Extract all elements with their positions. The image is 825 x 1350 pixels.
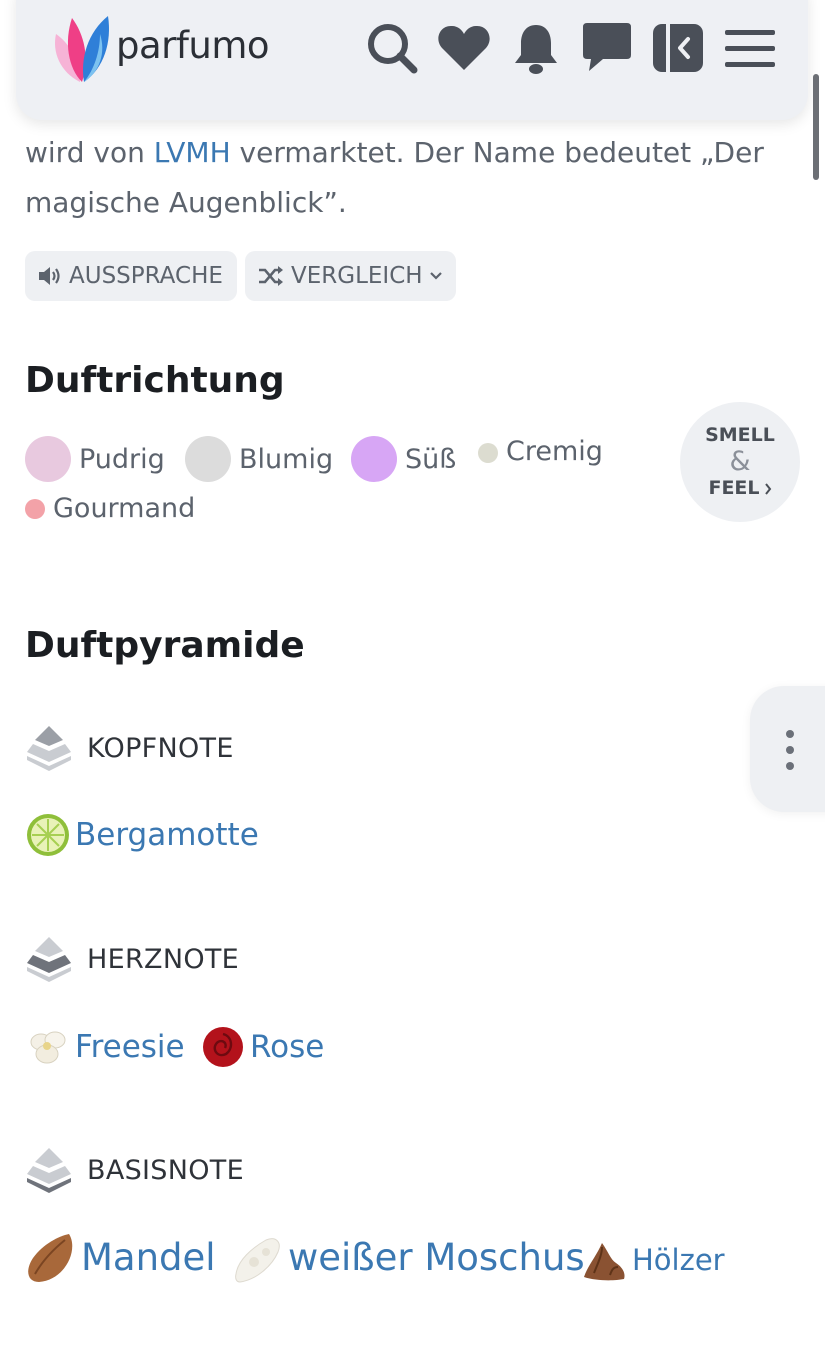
bergamot-icon bbox=[25, 812, 71, 858]
accord-label: Gourmand bbox=[53, 493, 196, 524]
search-icon[interactable] bbox=[364, 20, 420, 76]
description-text: wird von bbox=[25, 136, 154, 169]
ampersand: & bbox=[729, 446, 751, 477]
accord-cremig[interactable]: Cremig bbox=[478, 436, 603, 467]
accord-label: Cremig bbox=[506, 436, 603, 467]
chevron-right-icon bbox=[764, 482, 772, 495]
more-vertical-icon bbox=[786, 730, 794, 778]
compare-dropdown-button[interactable]: VERGLEICH bbox=[245, 251, 456, 301]
description-text: vermarktet. Der Name bedeutet „Der bbox=[230, 136, 764, 169]
accord-color-dot bbox=[185, 436, 231, 482]
pronunciation-label: AUSSPRACHE bbox=[69, 263, 223, 289]
scrollbar-thumb[interactable] bbox=[813, 74, 819, 180]
logo-text[interactable]: parfumo bbox=[116, 24, 270, 67]
base-note-level: BASISNOTE bbox=[25, 1146, 244, 1194]
panel-collapse-icon[interactable] bbox=[650, 20, 706, 76]
speaker-icon bbox=[37, 265, 63, 287]
rose-icon bbox=[200, 1024, 246, 1070]
more-options-button[interactable] bbox=[750, 686, 825, 812]
accord-blumig[interactable]: Blumig bbox=[185, 436, 333, 482]
accord-suess[interactable]: Süß bbox=[351, 436, 456, 482]
pronunciation-button[interactable]: AUSSPRACHE bbox=[25, 251, 237, 301]
description-line-2: magische Augenblick”. bbox=[25, 186, 347, 219]
menu-icon[interactable] bbox=[722, 20, 778, 76]
accord-color-dot bbox=[25, 436, 71, 482]
top-navigation-bar: parfumo bbox=[16, 0, 808, 120]
pyramid-middle-icon bbox=[27, 937, 71, 982]
note-hoelzer[interactable]: Hölzer bbox=[580, 1237, 725, 1283]
accord-pudrig[interactable]: Pudrig bbox=[25, 436, 165, 482]
smell-and-feel-button[interactable]: SMELL & FEEL bbox=[680, 402, 800, 522]
note-label: weißer Moschus bbox=[288, 1235, 585, 1279]
feel-label: FEEL bbox=[708, 477, 760, 499]
note-label: Bergamotte bbox=[75, 817, 259, 853]
brand-link-lvmh[interactable]: LVMH bbox=[154, 136, 231, 169]
white-musk-icon bbox=[232, 1230, 284, 1284]
fragrance-pyramid-heading: Duftpyramide bbox=[25, 625, 305, 666]
chevron-down-icon bbox=[429, 271, 443, 281]
accord-label: Blumig bbox=[239, 443, 334, 475]
heart-note-label: HERZNOTE bbox=[87, 943, 240, 975]
smell-label: SMELL bbox=[705, 424, 775, 446]
accord-color-dot bbox=[25, 498, 45, 519]
accord-gourmand[interactable]: Gourmand bbox=[25, 493, 195, 524]
base-note-label: BASISNOTE bbox=[87, 1154, 244, 1186]
note-bergamotte[interactable]: Bergamotte bbox=[25, 812, 259, 858]
accord-label: Süß bbox=[405, 443, 457, 475]
accord-color-dot bbox=[351, 436, 397, 482]
top-note-level: KOPFNOTE bbox=[25, 724, 234, 772]
note-label: Freesie bbox=[75, 1029, 185, 1065]
top-note-label: KOPFNOTE bbox=[87, 732, 234, 764]
note-label: Hölzer bbox=[632, 1243, 725, 1277]
note-label: Rose bbox=[250, 1029, 325, 1065]
pyramid-top-icon bbox=[27, 726, 71, 771]
scent-direction-heading: Duftrichtung bbox=[25, 360, 285, 401]
note-label: Mandel bbox=[81, 1235, 216, 1279]
almond-icon bbox=[25, 1230, 77, 1284]
note-rose[interactable]: Rose bbox=[200, 1024, 324, 1070]
heart-icon[interactable] bbox=[436, 20, 492, 76]
bell-icon[interactable] bbox=[508, 20, 564, 76]
accord-label: Pudrig bbox=[79, 443, 165, 475]
perfume-description: wird von LVMH vermarktet. Der Name bedeu… bbox=[25, 128, 795, 228]
description-line-1: wird von LVMH vermarktet. Der Name bedeu… bbox=[25, 128, 795, 178]
compare-label: VERGLEICH bbox=[291, 263, 423, 289]
parfumo-logo-icon[interactable] bbox=[50, 12, 112, 84]
accord-color-dot bbox=[478, 442, 498, 463]
woods-icon bbox=[580, 1237, 628, 1283]
note-freesie[interactable]: Freesie bbox=[25, 1024, 185, 1070]
pyramid-base-icon bbox=[27, 1148, 71, 1193]
heart-note-level: HERZNOTE bbox=[25, 935, 239, 983]
feel-row: FEEL bbox=[708, 475, 771, 502]
note-weisser-moschus[interactable]: weißer Moschus bbox=[232, 1230, 585, 1284]
freesia-icon bbox=[25, 1024, 71, 1070]
shuffle-icon bbox=[257, 265, 285, 287]
chat-icon[interactable] bbox=[578, 20, 634, 76]
note-mandel[interactable]: Mandel bbox=[25, 1230, 216, 1284]
